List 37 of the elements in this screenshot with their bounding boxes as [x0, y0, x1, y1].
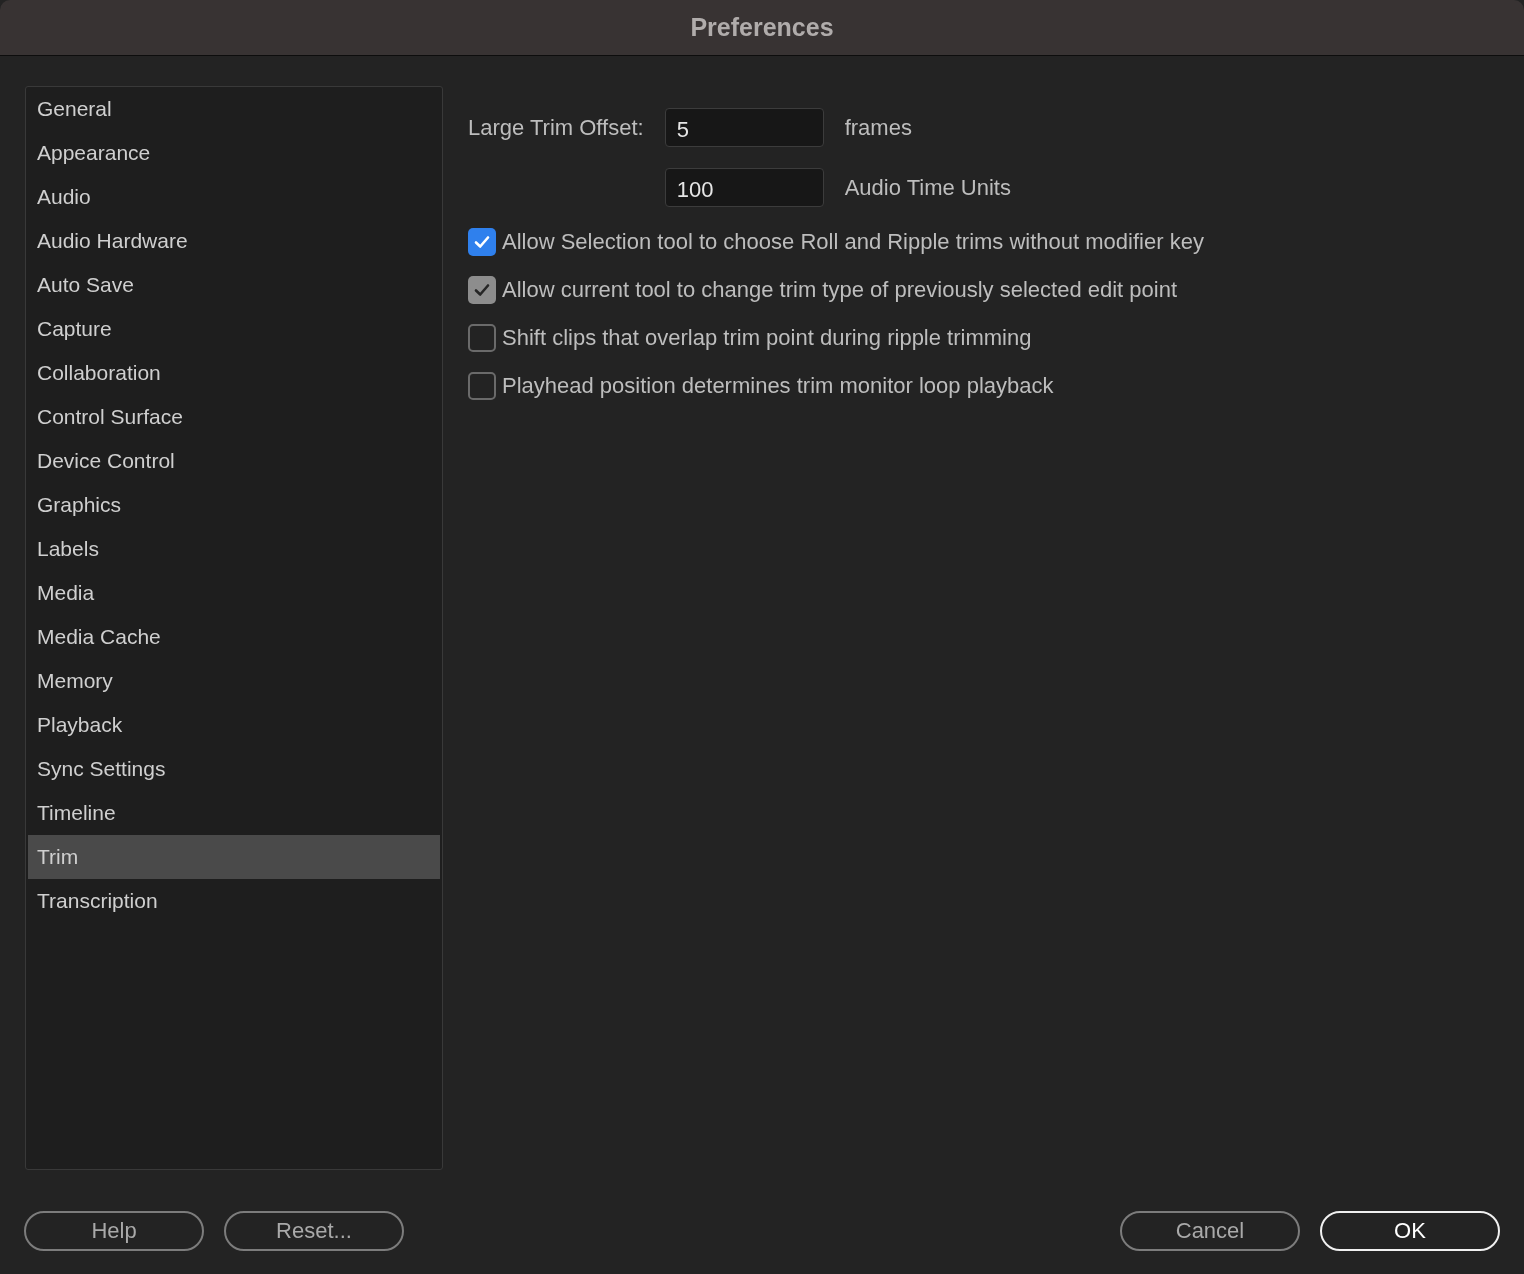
checkbox-label: Allow Selection tool to choose Roll and Ripple trims without modifier key: [502, 229, 1204, 255]
sidebar-item[interactable]: Collaboration: [28, 351, 440, 395]
sidebar-item[interactable]: Appearance: [28, 131, 440, 175]
sidebar-item[interactable]: Labels: [28, 527, 440, 571]
sidebar-item[interactable]: Trim: [28, 835, 440, 879]
checkbox[interactable]: [468, 324, 496, 352]
sidebar-item[interactable]: Media Cache: [28, 615, 440, 659]
input-field[interactable]: 100: [664, 168, 824, 207]
dialog-button[interactable]: Help: [24, 1211, 204, 1251]
dialog-button[interactable]: Cancel: [1120, 1211, 1300, 1251]
checkbox[interactable]: [468, 372, 496, 400]
unit-label: frames: [844, 114, 913, 141]
sidebar-item[interactable]: Timeline: [28, 791, 440, 835]
checkbox[interactable]: [468, 228, 496, 256]
checkbox-label: Playhead position determines trim monitor loop playback: [502, 373, 1054, 399]
input-field[interactable]: 5: [664, 108, 824, 147]
checkbox[interactable]: [468, 276, 496, 304]
sidebar-item[interactable]: Auto Save: [28, 263, 440, 307]
sidebar-item[interactable]: Transcription: [28, 879, 440, 923]
sidebar-item[interactable]: Memory: [28, 659, 440, 703]
sidebar-item[interactable]: Graphics: [28, 483, 440, 527]
sidebar-item[interactable]: Sync Settings: [28, 747, 440, 791]
checkbox-label: Shift clips that overlap trim point during ripple trimming: [502, 325, 1032, 351]
unit-label: Audio Time Units: [844, 174, 1011, 201]
field-label: Large Trim Offset:: [468, 114, 644, 141]
sidebar-item[interactable]: General: [28, 87, 440, 131]
sidebar-item[interactable]: Audio: [28, 175, 440, 219]
sidebar-item[interactable]: Playback: [28, 703, 440, 747]
dialog-button[interactable]: OK: [1320, 1211, 1500, 1251]
sidebar-item[interactable]: Control Surface: [28, 395, 440, 439]
window-title: Preferences: [690, 13, 834, 42]
sidebar-item[interactable]: Device Control: [28, 439, 440, 483]
dialog-button[interactable]: Reset...: [224, 1211, 404, 1251]
sidebar-item[interactable]: Audio Hardware: [28, 219, 440, 263]
checkbox-label: Allow current tool to change trim type of previously selected edit point: [502, 277, 1178, 303]
sidebar-item[interactable]: Capture: [28, 307, 440, 351]
sidebar-item[interactable]: Media: [28, 571, 440, 615]
